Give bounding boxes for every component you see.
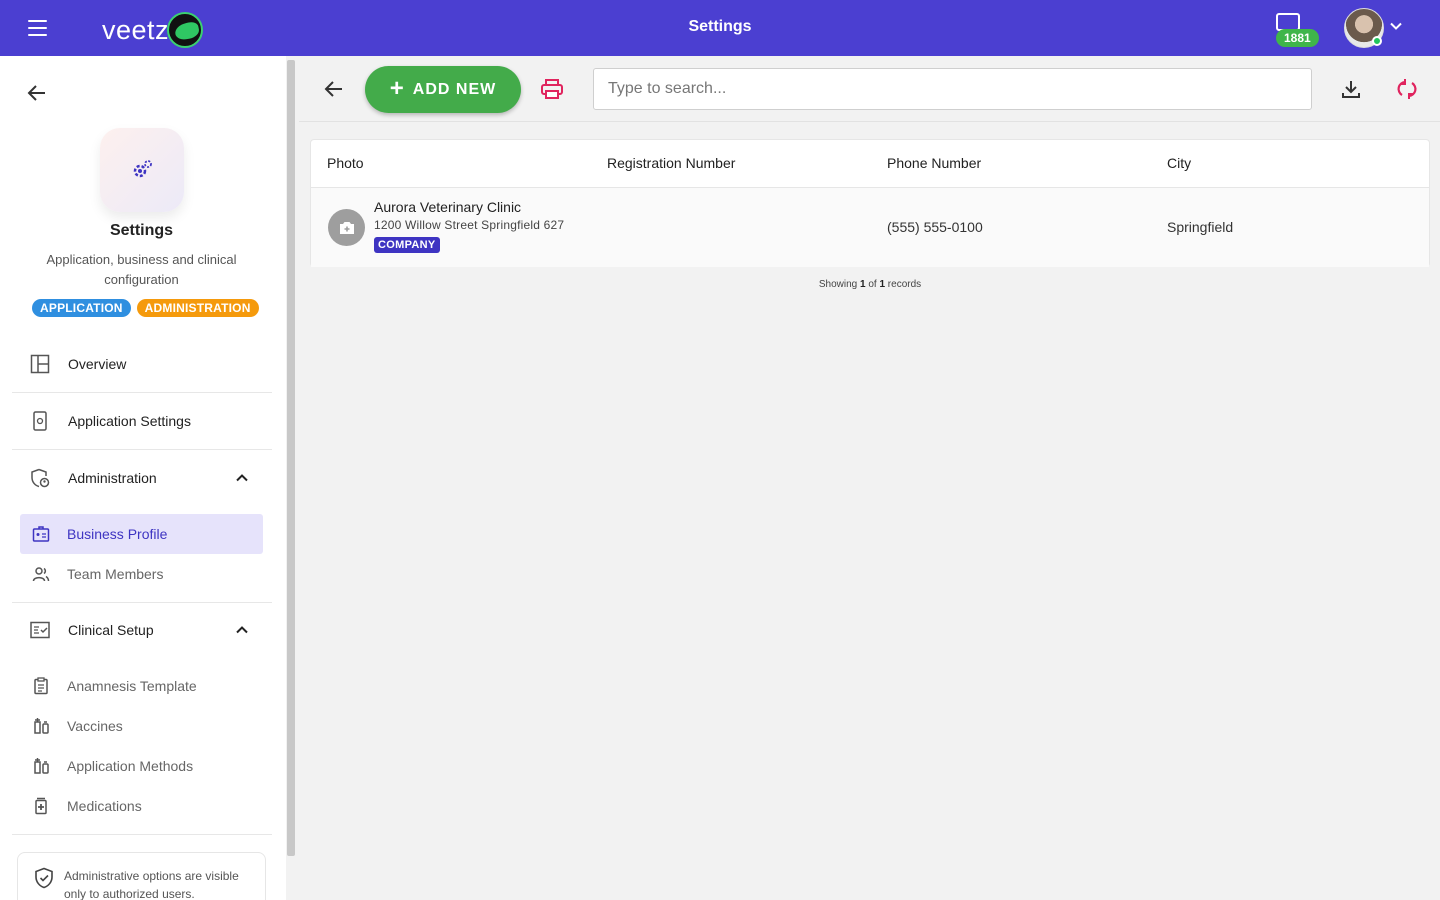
table-row[interactable]: Aurora Veterinary Clinic 1200 Willow Str… (311, 188, 1429, 267)
sidebar-item-clinical-setup[interactable]: Clinical Setup (12, 602, 272, 658)
medication-icon (35, 797, 47, 815)
sidebar-description: Application, business and clinical confi… (46, 252, 237, 287)
photo-placeholder (328, 209, 365, 246)
top-app-bar: veetz Settings 1881 (0, 0, 1440, 56)
sidebar-item-overview[interactable]: Overview (12, 336, 272, 392)
page-title: Settings (688, 18, 752, 35)
sidebar-item-application-methods[interactable]: Application Methods (20, 746, 263, 786)
business-name: Aurora Veterinary Clinic (374, 199, 522, 215)
sidebar-item-label: Clinical Setup (68, 622, 154, 638)
phone-settings-icon (33, 411, 47, 431)
business-badge-icon (32, 526, 50, 542)
sidebar-item-anamnesis-template[interactable]: Anamnesis Template (20, 666, 263, 706)
business-address: 1200 Willow Street Springfield 627 (374, 218, 565, 232)
print-icon[interactable] (540, 78, 564, 100)
shield-check-icon (35, 867, 53, 889)
sidebar-item-label: Team Members (67, 566, 164, 582)
sidebar-item-team-members[interactable]: Team Members (20, 554, 263, 594)
table-header: Photo Registration Number Phone Number C… (311, 140, 1429, 188)
chevron-up-icon[interactable] (234, 470, 250, 486)
chevron-down-icon[interactable] (1388, 18, 1404, 34)
sidebar-item-label: Application Settings (68, 413, 191, 429)
settings-hero-icon (100, 128, 184, 212)
user-avatar[interactable] (1344, 8, 1384, 48)
records-count: Showing 1 of 1 records (310, 279, 1430, 290)
checklist-icon (30, 621, 50, 639)
phone-number-cell: (555) 555-0100 (887, 219, 983, 235)
sidebar-item-label: Business Profile (67, 526, 168, 542)
sidebar-tags: APPLICATION ADMINISTRATION (32, 299, 259, 317)
notifications-button[interactable]: 1881 (1272, 11, 1322, 49)
syringe-icon (34, 758, 49, 774)
back-arrow-icon[interactable] (323, 78, 345, 100)
sidebar-item-label: Vaccines (67, 718, 123, 734)
sidebar-item-administration[interactable]: Administration (12, 450, 272, 506)
sidebar-item-vaccines[interactable]: Vaccines (20, 706, 263, 746)
business-type-badge: COMPANY (374, 237, 440, 253)
download-icon[interactable] (1340, 78, 1362, 100)
tag-application: APPLICATION (32, 299, 131, 317)
records-suffix: records (887, 279, 922, 290)
camera-icon (339, 221, 354, 234)
divider (12, 834, 272, 835)
records-total: 1 (879, 279, 886, 290)
sidebar-item-label: Administration (68, 470, 157, 486)
city-cell: Springfield (1167, 219, 1234, 235)
add-new-button[interactable]: + ADD NEW (365, 66, 521, 113)
plus-icon: + (389, 74, 405, 102)
permissions-note-text: Administrative options are visible only … (64, 869, 239, 900)
records-of: of (868, 279, 877, 290)
sidebar-title: Settings (109, 222, 174, 239)
sidebar-item-label: Medications (67, 798, 142, 814)
permissions-note: Administrative options are visible only … (17, 852, 266, 900)
clipboard-icon (34, 677, 48, 695)
sidebar-item-business-profile[interactable]: Business Profile (20, 514, 263, 554)
refresh-icon[interactable] (1396, 78, 1418, 100)
notification-count-badge: 1881 (1276, 29, 1319, 47)
online-status-dot (1372, 36, 1382, 46)
records-table: Photo Registration Number Phone Number C… (310, 139, 1430, 267)
add-new-label: ADD NEW (412, 80, 497, 98)
column-header-city[interactable]: City (1167, 155, 1191, 171)
gears-icon (133, 160, 152, 178)
sidebar-scrollbar[interactable] (287, 60, 295, 856)
records-prefix: Showing (818, 279, 858, 290)
search-input[interactable] (593, 68, 1312, 110)
column-header-phone-number[interactable]: Phone Number (887, 155, 981, 171)
sidebar-item-label: Overview (68, 356, 127, 372)
back-arrow-icon[interactable] (26, 82, 48, 104)
chevron-up-icon[interactable] (234, 622, 250, 638)
sidebar-item-medications[interactable]: Medications (20, 786, 263, 826)
sidebar-item-application-settings[interactable]: Application Settings (12, 393, 272, 449)
column-header-photo[interactable]: Photo (327, 155, 364, 171)
sidebar-item-label: Anamnesis Template (67, 678, 197, 694)
vaccine-icon (34, 718, 49, 734)
column-header-registration-number[interactable]: Registration Number (607, 155, 735, 171)
admin-shield-icon (31, 468, 50, 488)
sidebar-item-label: Application Methods (67, 758, 194, 774)
records-shown: 1 (859, 279, 866, 290)
people-icon (32, 567, 50, 582)
tag-administration: ADMINISTRATION (136, 299, 259, 317)
layout-icon (30, 354, 50, 374)
